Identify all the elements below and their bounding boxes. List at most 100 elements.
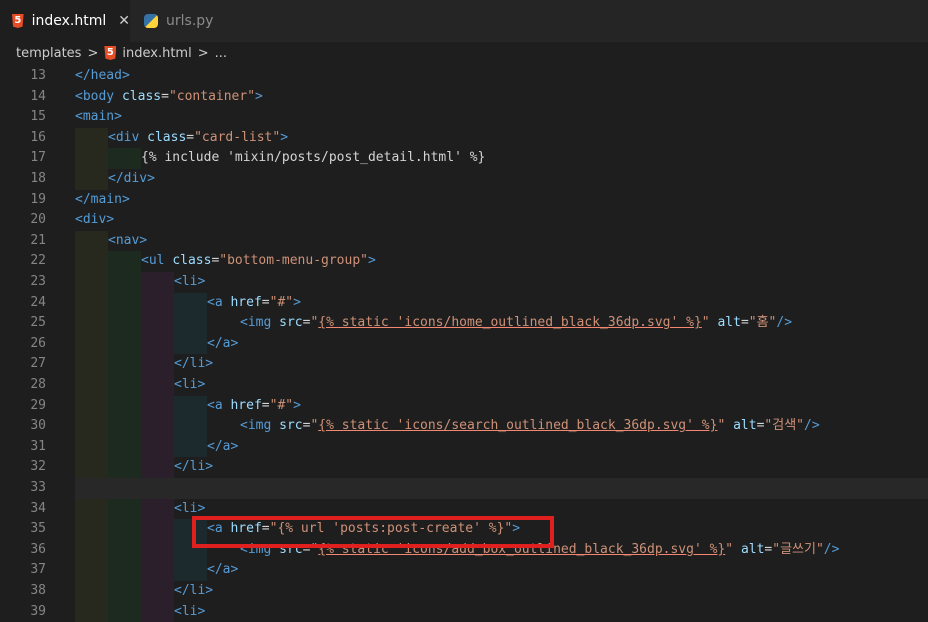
code-token: src xyxy=(279,418,303,434)
line-number: 23 xyxy=(30,274,46,289)
indent-guide xyxy=(141,498,174,520)
tab-label: index.html xyxy=(31,13,107,29)
code-line[interactable]: 13 </head> xyxy=(0,66,928,87)
line-number: 21 xyxy=(30,232,46,248)
indent-guide xyxy=(108,272,141,293)
code-token: "card-list" xyxy=(194,129,281,145)
indent-guide xyxy=(108,416,141,437)
code-token: "bottom-menu-group" xyxy=(219,253,368,269)
close-icon[interactable]: ✕ xyxy=(118,13,130,29)
code-token: <img xyxy=(240,418,280,434)
code-token: > xyxy=(293,397,301,413)
indent-guide xyxy=(108,539,141,561)
line-number: 30 xyxy=(30,418,46,434)
code-line[interactable]: 23 <li> xyxy=(0,272,928,293)
indent-guide xyxy=(75,539,108,561)
tab-index-html[interactable]: 5 index.html ✕ xyxy=(0,0,130,42)
line-number: 33 xyxy=(30,480,46,495)
line-number: 19 xyxy=(30,191,46,207)
code-line[interactable]: 38 </li> xyxy=(0,581,928,602)
code-token: = xyxy=(161,88,169,104)
breadcrumb-more[interactable]: ... xyxy=(215,46,227,61)
line-number: 16 xyxy=(30,129,46,145)
code-token: alt xyxy=(717,315,741,331)
code-line[interactable]: 29 <a href="#"> xyxy=(0,395,928,417)
code-token: </head> xyxy=(75,68,130,83)
code-token: </div> xyxy=(108,171,155,186)
code-line[interactable]: 25 <img src = "{% static 'icons/home_outlin… xyxy=(0,313,928,334)
code-token: <ul xyxy=(141,253,173,269)
code-token: > xyxy=(280,129,289,145)
code-line[interactable]: 28 <li> xyxy=(0,375,928,396)
breadcrumb-folder[interactable]: templates xyxy=(16,46,81,61)
tab-bar: 5 index.html ✕ urls.py xyxy=(0,0,928,42)
code-token: <a xyxy=(207,397,231,413)
code-token: "검색" xyxy=(764,418,804,434)
code-token: href xyxy=(230,397,262,413)
indent-guide xyxy=(108,333,141,355)
code-line[interactable]: 16 <div class="card-list"> xyxy=(0,127,928,149)
code-text: <img src="{% static 'icons/search_outlin… xyxy=(240,416,820,437)
code-line[interactable]: 26 </a> xyxy=(0,333,928,355)
breadcrumb-file[interactable]: index.html xyxy=(122,46,191,61)
html5-file-icon: 5 xyxy=(12,14,24,28)
line-number: 15 xyxy=(30,109,46,125)
tab-urls-py[interactable]: urls.py xyxy=(132,0,260,42)
code-line[interactable]: 17 {% include 'mixin/posts/post_detail.ht… xyxy=(0,148,928,169)
code-token: "홈" xyxy=(748,315,777,331)
code-token: <main> xyxy=(75,109,122,125)
code-line[interactable]: 21 <nav> xyxy=(0,230,928,252)
code-text: </div> xyxy=(108,169,155,190)
current-line-highlight xyxy=(75,478,928,499)
indent-guide xyxy=(108,354,141,375)
code-token: " xyxy=(701,315,710,331)
python-file-icon xyxy=(144,14,158,28)
indent-guide xyxy=(141,292,174,314)
code-line[interactable]: 39 <li> xyxy=(0,601,928,622)
indent-guide xyxy=(174,436,207,458)
code-line[interactable]: 14 <body class="container"> xyxy=(0,87,928,108)
code-token: /> xyxy=(776,315,793,331)
line-number: 35 xyxy=(30,521,46,537)
code-line[interactable]: 32 </li> xyxy=(0,457,928,478)
code-line[interactable]: 30 <img src="{% static 'icons/search_outl… xyxy=(0,416,928,437)
code-line[interactable]: 20 <div> xyxy=(0,210,928,231)
code-text: <li> xyxy=(174,375,205,396)
code-text: </a> xyxy=(207,437,238,458)
indent-guide xyxy=(141,560,174,581)
indent-guide xyxy=(75,230,108,252)
code-text: </head> xyxy=(75,66,130,87)
code-line[interactable]: 22 <ul class="bottom-menu-group"> xyxy=(0,251,928,272)
code-line[interactable]: 15 <main> xyxy=(0,107,928,128)
code-token: {% include 'mixin/posts/post_detail.html… xyxy=(141,150,486,166)
code-line[interactable]: 37 </a> xyxy=(0,560,928,581)
code-token: </a> xyxy=(207,438,239,454)
indent-guide xyxy=(141,272,174,293)
indent-guide xyxy=(141,581,174,602)
code-line[interactable]: 31 </a> xyxy=(0,436,928,458)
indent-guide xyxy=(108,251,141,272)
line-number: 25 xyxy=(30,315,46,331)
code-line[interactable]: 24 <a href="#"> xyxy=(0,292,928,314)
indent-guide xyxy=(108,498,141,520)
indent-guide xyxy=(75,581,108,602)
indent-guide xyxy=(108,560,141,581)
code-token: <li> xyxy=(174,274,206,289)
indent-guide xyxy=(174,395,207,417)
indent-guide xyxy=(108,292,141,314)
indent-guide xyxy=(108,395,141,417)
code-line[interactable]: 18 </div> xyxy=(0,169,928,190)
indent-guide xyxy=(75,375,108,396)
code-token: <li> xyxy=(174,603,206,619)
code-line[interactable]: 27 </li> xyxy=(0,354,928,375)
indent-guide xyxy=(141,436,174,458)
code-token: </a> xyxy=(207,562,239,578)
code-text: <div class="card-list"> xyxy=(108,128,288,149)
indent-guide xyxy=(108,457,141,478)
line-number: 14 xyxy=(30,88,46,104)
code-token: = xyxy=(186,129,195,145)
code-text: <div> xyxy=(75,210,114,231)
code-line[interactable]: 19 </main> xyxy=(0,190,928,211)
code-line[interactable]: 33 xyxy=(0,478,928,499)
